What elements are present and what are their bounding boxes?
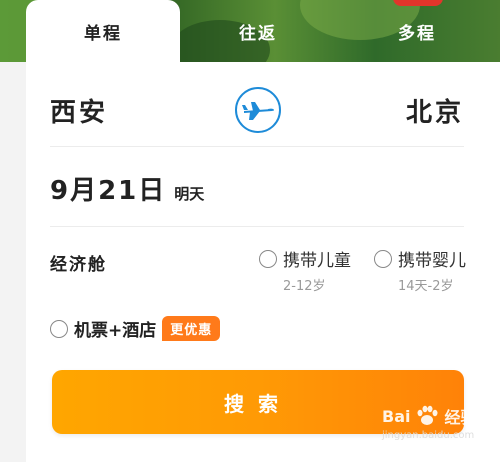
tab-one-way[interactable]: 单程: [26, 0, 180, 62]
plane-swap-icon: [242, 102, 274, 120]
infant-label: 携带婴儿: [398, 251, 466, 271]
divider: [50, 226, 464, 227]
swap-cities-button[interactable]: [235, 87, 281, 133]
arrival-city[interactable]: 北京: [406, 92, 464, 129]
child-radio[interactable]: [259, 249, 277, 268]
divider: [50, 146, 464, 147]
flight-hotel-label: 机票+酒店: [74, 321, 157, 341]
infant-age-hint: 14天-2岁: [398, 279, 454, 294]
departure-date: 9月21日: [50, 176, 167, 206]
watermark-brand-right: 经验: [444, 408, 477, 427]
infant-radio[interactable]: [374, 249, 392, 268]
date-relative-label: 明天: [174, 185, 205, 203]
route-row: 西安 北京: [26, 82, 500, 142]
flight-hotel-option[interactable]: 机票+酒店 更优惠: [50, 316, 221, 341]
watermark: Bai 经验 jingyan.baidu.com: [382, 404, 498, 460]
cabin-class-selector[interactable]: 经济舱: [50, 250, 107, 275]
date-picker[interactable]: 9月21日 明天: [50, 170, 204, 210]
flight-hotel-radio[interactable]: [50, 319, 68, 338]
watermark-url: jingyan.baidu.com: [382, 430, 475, 441]
child-option[interactable]: 携带儿童 2-12岁: [259, 246, 351, 294]
child-label: 携带儿童: [283, 251, 351, 271]
trip-type-tabs: 单程 往返 多程: [26, 0, 500, 62]
paw-icon: [417, 405, 438, 425]
tab-round-trip[interactable]: 往返: [191, 0, 325, 62]
discount-badge: 更优惠: [162, 316, 221, 341]
booking-card: 西安 北京 9月21日 明天 经济舱 携带儿童 2-12岁 携带婴儿 14天-2…: [26, 62, 500, 462]
tab-multi-city[interactable]: 多程: [350, 0, 484, 62]
departure-city[interactable]: 西安: [50, 92, 108, 129]
child-age-hint: 2-12岁: [283, 279, 326, 294]
watermark-brand-left: Bai: [382, 406, 411, 426]
infant-option[interactable]: 携带婴儿 14天-2岁: [374, 246, 466, 294]
